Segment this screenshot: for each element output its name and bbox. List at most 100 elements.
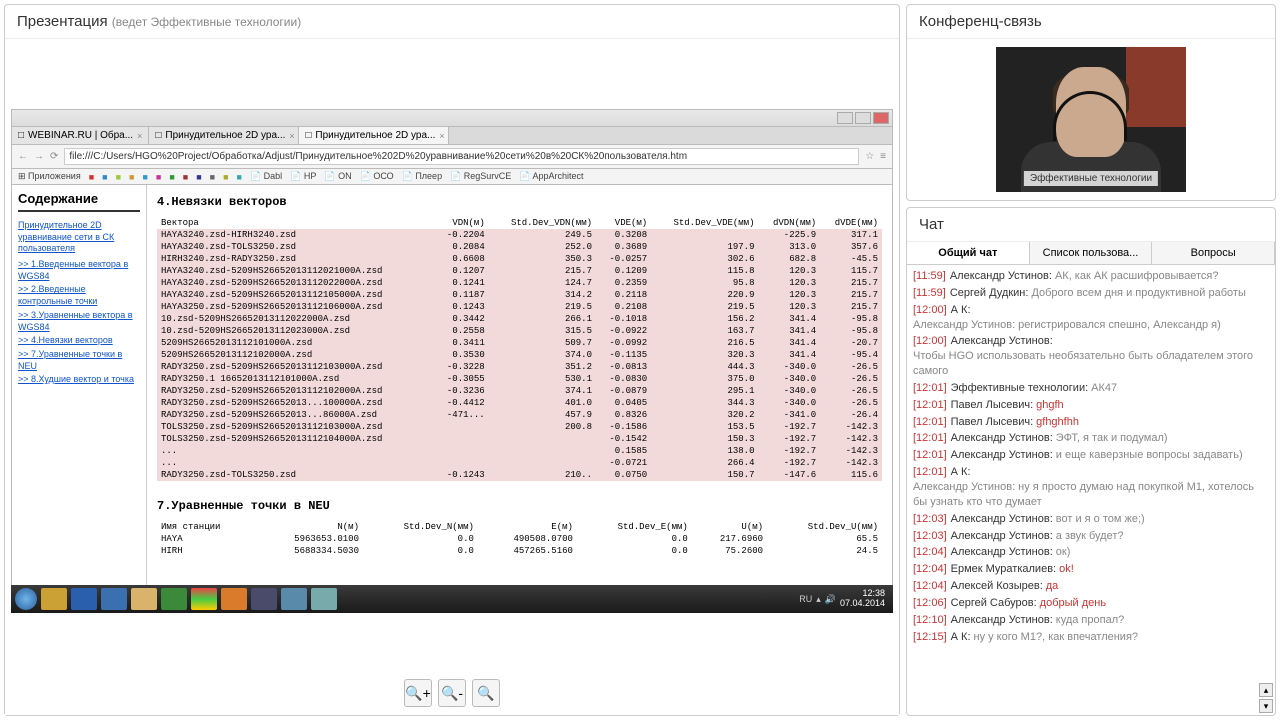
taskbar-app-icon[interactable] xyxy=(161,588,187,610)
maximize-button[interactable] xyxy=(855,112,871,124)
table-header: Std.Dev_N(мм) xyxy=(363,521,478,533)
bookmark-icon[interactable]: ■ xyxy=(237,171,242,182)
bookmark-icon[interactable]: ■ xyxy=(223,171,228,182)
bookmark-link[interactable]: 📄 Dabl xyxy=(250,171,282,182)
chat-timestamp: [12:04] xyxy=(913,579,947,594)
chat-message: [12:01]Александр Устинов:и еще каверзные… xyxy=(913,448,1269,463)
table-row: 10.zsd-5209HS26652013112022000A.zsd0.344… xyxy=(157,313,882,325)
chat-message: [12:01]Эффективные технологии:АК47 xyxy=(913,381,1269,396)
bookmarks-bar: ⊞ Приложения ■ ■ ■ ■ ■ ■ ■ ■ ■ ■ ■ ■ 📄 Dabl 📄 HP 📄 ON 📄 … xyxy=(11,169,893,185)
chat-tab[interactable]: Вопросы xyxy=(1152,242,1275,264)
tray-icon[interactable]: 🔊 xyxy=(825,594,836,605)
back-icon[interactable]: ← xyxy=(18,151,28,162)
bookmark-icon[interactable]: ■ xyxy=(129,171,134,182)
zoom-out-button[interactable]: 🔍- xyxy=(438,679,466,707)
table-header: dVDN(мм) xyxy=(758,217,820,229)
close-button[interactable] xyxy=(873,112,889,124)
chat-author: Ермек Мураткалиев: xyxy=(951,562,1056,577)
chat-scroll-down[interactable]: ▾ xyxy=(1259,699,1273,713)
toc-link[interactable]: >> 1.Введенные векторa в WGS84 xyxy=(18,259,140,282)
bookmark-icon[interactable]: ■ xyxy=(169,171,174,182)
chrome-icon[interactable] xyxy=(191,588,217,610)
chat-text: gfhghfhh xyxy=(1036,415,1079,430)
bookmark-link[interactable]: 📄 RegSurvCE xyxy=(450,171,511,182)
toc-link[interactable]: >> 7.Уравненные точки в NEU xyxy=(18,349,140,372)
chat-panel: Чат Общий чатСписок пользова...Вопросы ▴… xyxy=(906,207,1276,716)
toc-link[interactable]: >> 4.Невязки векторов xyxy=(18,335,140,347)
tab-close-icon[interactable]: × xyxy=(137,131,142,141)
taskbar-clock[interactable]: 12:38 07.04.2014 xyxy=(840,589,889,609)
chat-message: [12:03]Александр Устинов:а звук будет? xyxy=(913,529,1269,544)
browser-tab[interactable]: □Принудительное 2D ура...× xyxy=(149,127,299,144)
table-row: ...0.1585138.0-192.7-142.3 xyxy=(157,445,882,457)
chat-tab[interactable]: Общий чат xyxy=(907,242,1030,264)
zoom-in-button[interactable]: 🔍+ xyxy=(404,679,432,707)
taskbar-app-icon[interactable] xyxy=(101,588,127,610)
toc-link[interactable]: >> 8.Худшие вектор и точка xyxy=(18,374,140,386)
star-icon[interactable]: ☆ xyxy=(865,151,874,162)
chat-text: Александр Устинов: ну я просто думаю над… xyxy=(913,480,1269,510)
toc-link[interactable]: >> 3.Уравненные векторa в WGS84 xyxy=(18,310,140,333)
chat-text: ok! xyxy=(1059,562,1074,577)
toc-main-link[interactable]: Принудительное 2D уравнивание сети в СК … xyxy=(18,220,140,255)
taskbar-app-icon[interactable] xyxy=(41,588,67,610)
bookmark-link[interactable]: 📄 ОСО xyxy=(360,171,394,182)
system-tray[interactable]: RU ▴ 🔊 xyxy=(799,594,836,605)
bookmark-link[interactable]: 📄 ON xyxy=(324,171,351,182)
chat-messages[interactable]: ▴ ▾ [11:59]Александр Устинов:АК, как АК … xyxy=(907,265,1275,715)
bookmark-icon[interactable]: ■ xyxy=(196,171,201,182)
zoom-in-icon: 🔍+ xyxy=(405,685,431,702)
bookmark-icon[interactable]: ■ xyxy=(116,171,121,182)
tab-close-icon[interactable]: × xyxy=(439,131,444,141)
chat-timestamp: [12:01] xyxy=(913,465,947,480)
presenter-video[interactable]: Эффективные технологии xyxy=(996,47,1186,192)
minimize-button[interactable] xyxy=(837,112,853,124)
tab-close-icon[interactable]: × xyxy=(289,131,294,141)
bookmark-link[interactable]: 📄 HP xyxy=(290,171,316,182)
menu-icon[interactable]: ≡ xyxy=(880,151,886,162)
taskbar-app-icon[interactable] xyxy=(281,588,307,610)
taskbar-app-icon[interactable] xyxy=(71,588,97,610)
toc-link[interactable]: >> 2.Введенные контрольные точки xyxy=(18,284,140,307)
toc-title: Содержание xyxy=(18,191,140,212)
browser-tab[interactable]: □WEBINAR.RU | Обра...× xyxy=(12,127,149,144)
forward-icon[interactable]: → xyxy=(34,151,44,162)
taskbar-app-icon[interactable] xyxy=(311,588,337,610)
table-row: HAYA3240.zsd-5209HS26652013112105000A.zs… xyxy=(157,289,882,301)
reload-icon[interactable]: ⟳ xyxy=(50,151,58,162)
chat-scroll-up[interactable]: ▴ xyxy=(1259,683,1273,697)
vectors-table: ВектораVDN(м)Std.Dev_VDN(мм)VDE(м)Std.De… xyxy=(157,217,882,481)
chat-message: [12:01]Павел Лысевич:gfhghfhh xyxy=(913,415,1269,430)
table-header: VDN(м) xyxy=(434,217,489,229)
bookmark-icon[interactable]: ■ xyxy=(142,171,147,182)
chat-author: Эффективные технологии: xyxy=(951,381,1089,396)
table-row: HIRH3240.zsd-RADY3250.zsd0.6608350.3-0.0… xyxy=(157,253,882,265)
apps-button[interactable]: ⊞ Приложения xyxy=(18,171,81,182)
bookmark-link[interactable]: 📄 AppArchitect xyxy=(519,171,583,182)
bookmark-icon[interactable]: ■ xyxy=(210,171,215,182)
presentation-title: Презентация xyxy=(17,13,108,30)
tray-icon[interactable]: ▴ xyxy=(816,594,821,605)
bookmark-link[interactable]: 📄 Плеер xyxy=(402,171,442,182)
zoom-fit-button[interactable]: 🔍 xyxy=(472,679,500,707)
taskbar-app-icon[interactable] xyxy=(221,588,247,610)
bookmark-icon[interactable]: ■ xyxy=(89,171,94,182)
bookmark-icon[interactable]: ■ xyxy=(156,171,161,182)
browser-tab[interactable]: □Принудительное 2D ура...× xyxy=(299,127,449,144)
chat-tab[interactable]: Список пользова... xyxy=(1030,242,1153,264)
url-field[interactable]: file:///C:/Users/HGO%20Project/Обработка… xyxy=(64,148,859,165)
chat-timestamp: [12:04] xyxy=(913,545,947,560)
chat-author: Александр Устинов: xyxy=(951,448,1053,463)
chat-message: [12:00]А К:Александр Устинов: регистриро… xyxy=(913,303,1269,333)
table-header: Имя станции xyxy=(157,521,256,533)
chat-text: добрый день xyxy=(1040,596,1106,611)
lang-indicator[interactable]: RU xyxy=(799,594,812,604)
taskbar-app-icon[interactable] xyxy=(131,588,157,610)
bookmark-icon[interactable]: ■ xyxy=(183,171,188,182)
chat-author: Александр Устинов: xyxy=(951,613,1053,628)
bookmark-icon[interactable]: ■ xyxy=(102,171,107,182)
zoom-controls: 🔍+ 🔍- 🔍 xyxy=(404,679,500,707)
start-button[interactable] xyxy=(15,588,37,610)
taskbar-app-icon[interactable] xyxy=(251,588,277,610)
table-row: HAYA3240.zsd-5209HS26652013112021000A.zs… xyxy=(157,265,882,277)
